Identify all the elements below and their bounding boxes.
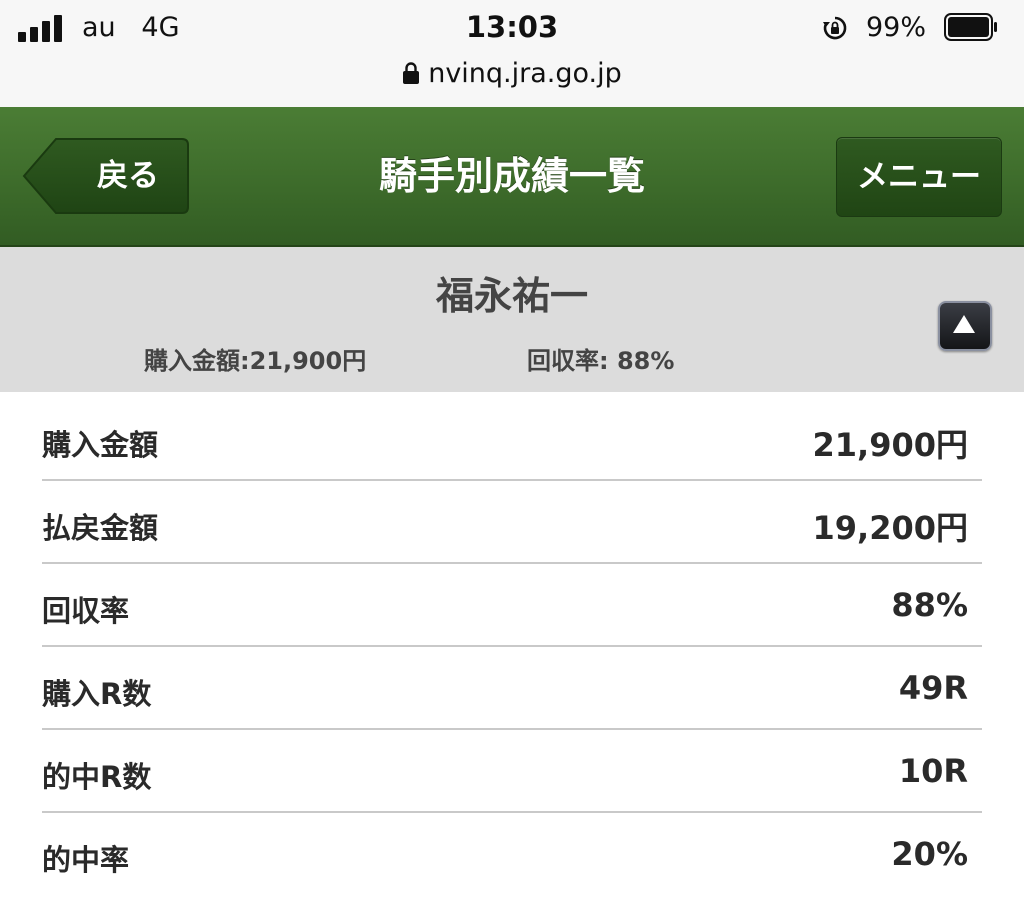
stat-value: 88% bbox=[891, 586, 968, 624]
stat-row-purchase-amount: 購入金額 21,900円 bbox=[42, 398, 982, 481]
stat-label: 購入金額 bbox=[42, 428, 159, 462]
stat-label: 回収率 bbox=[42, 594, 130, 628]
stat-row-hit-rate: 的中率 20% bbox=[42, 813, 982, 894]
stats-table: 購入金額 21,900円 払戻金額 19,200円 回収率 88% 購入R数 4… bbox=[42, 398, 982, 894]
stat-label: 的中率 bbox=[42, 843, 130, 877]
stat-value: 21,900円 bbox=[812, 426, 969, 464]
jockey-name: 福永祐一 bbox=[435, 274, 588, 318]
stat-label: 的中R数 bbox=[42, 760, 152, 794]
browser-status-area: au 4G 13:03 99% nvinq.jra.go.jp bbox=[0, 0, 1024, 107]
triangle-up-icon bbox=[953, 315, 975, 333]
stat-value: 19,200円 bbox=[812, 509, 969, 547]
url-text: nvinq.jra.go.jp bbox=[428, 58, 622, 89]
battery-icon bbox=[944, 13, 997, 41]
stat-row-purchased-races: 購入R数 49R bbox=[42, 647, 982, 730]
address-bar[interactable]: nvinq.jra.go.jp bbox=[0, 58, 1024, 89]
battery-percent: 99% bbox=[866, 12, 927, 43]
page-header: 戻る 騎手別成績一覧 メニュー bbox=[0, 107, 1024, 247]
summary-purchase-amount: 購入金額:21,900円 bbox=[144, 347, 367, 375]
stat-label: 払戻金額 bbox=[42, 511, 159, 545]
rotation-lock-icon bbox=[823, 16, 847, 40]
lock-icon bbox=[403, 62, 420, 84]
menu-button[interactable]: メニュー bbox=[836, 137, 1002, 217]
stat-value: 10R bbox=[898, 752, 968, 790]
stat-value: 49R bbox=[898, 669, 968, 707]
jockey-summary: 福永祐一 購入金額:21,900円 回収率: 88% bbox=[0, 247, 1024, 392]
summary-recovery-rate: 回収率: 88% bbox=[527, 347, 675, 375]
stat-row-payout-amount: 払戻金額 19,200円 bbox=[42, 481, 982, 564]
collapse-button[interactable] bbox=[938, 301, 992, 351]
stat-row-recovery-rate: 回収率 88% bbox=[42, 564, 982, 647]
stat-value: 20% bbox=[891, 835, 968, 873]
stat-row-winning-races: 的中R数 10R bbox=[42, 730, 982, 813]
stat-label: 購入R数 bbox=[42, 677, 152, 711]
